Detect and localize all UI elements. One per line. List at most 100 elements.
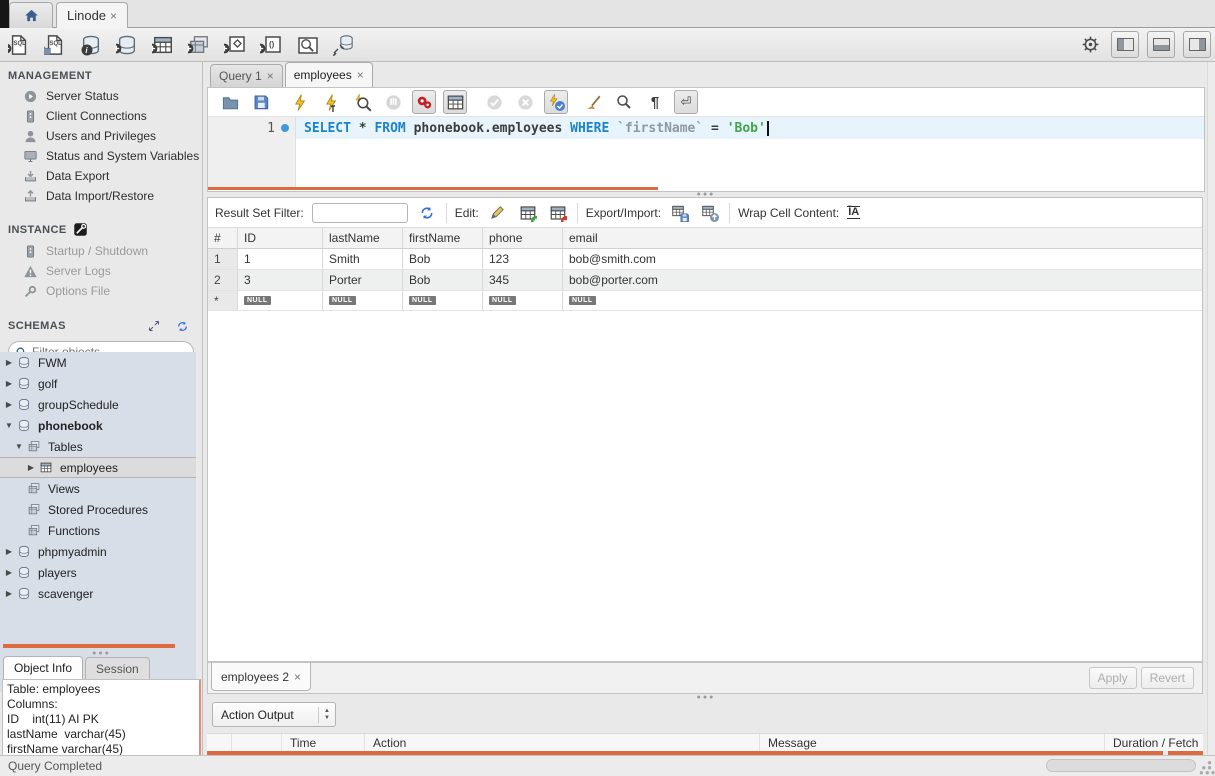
cell-null[interactable]: NULL: [323, 291, 403, 311]
sidebar-item-server-status[interactable]: Server Status: [0, 86, 202, 106]
tab-employees-2[interactable]: employees 2×: [211, 663, 311, 691]
chevron-right-icon[interactable]: ▶: [4, 379, 14, 388]
cell-id[interactable]: 3: [238, 270, 323, 291]
cell-null[interactable]: NULL: [563, 291, 1202, 311]
table-row[interactable]: 2 3 Porter Bob 345 bob@porter.com: [208, 270, 1202, 291]
new-row-placeholder[interactable]: * NULL NULL NULL NULL NULL: [208, 291, 1202, 311]
execute-button[interactable]: [288, 90, 312, 114]
action-output-col-duration[interactable]: Duration / Fetch: [1105, 734, 1203, 751]
open-script-button[interactable]: [218, 90, 242, 114]
column-header-email[interactable]: email: [563, 228, 1202, 249]
expand-panel-icon[interactable]: [146, 319, 162, 333]
export-recordset-icon[interactable]: [669, 203, 691, 223]
cell-firstname[interactable]: Bob: [403, 249, 483, 270]
open-sql-script-button[interactable]: [42, 32, 68, 58]
reconnect-database-button[interactable]: [330, 32, 356, 58]
chevron-right-icon[interactable]: ▶: [26, 463, 36, 472]
add-row-icon[interactable]: [517, 203, 539, 223]
refresh-schemas-icon[interactable]: [174, 319, 190, 333]
cell-null[interactable]: NULL: [483, 291, 563, 311]
create-new-schema-button[interactable]: [114, 32, 140, 58]
tree-item-schema-phonebook[interactable]: ▼phonebook: [0, 415, 196, 436]
tab-employees[interactable]: employees×: [285, 62, 373, 87]
sidebar-item-users-privileges[interactable]: Users and Privileges: [0, 126, 202, 146]
limit-rows-button[interactable]: [443, 90, 467, 114]
wrap-cell-content-icon[interactable]: ĪA: [847, 206, 860, 219]
code-area[interactable]: SELECT * FROM phonebook.employees WHERE …: [296, 117, 1204, 190]
close-icon[interactable]: ×: [294, 670, 301, 684]
sidebar-item-data-export[interactable]: Data Export: [0, 166, 202, 186]
vertical-scrollbar-track[interactable]: [1207, 62, 1215, 755]
tree-item-schema-fwm[interactable]: ▶FWM: [0, 352, 196, 373]
show-invisibles-button[interactable]: ¶: [643, 90, 667, 114]
chevron-down-icon[interactable]: ▼: [14, 442, 24, 451]
cell-phone[interactable]: 123: [483, 249, 563, 270]
toggle-stop-on-error-button[interactable]: [412, 90, 436, 114]
selector-stepper-icon[interactable]: ▲▼: [318, 707, 330, 723]
toggle-wrap-button[interactable]: ⏎: [674, 90, 698, 114]
column-header-id[interactable]: ID: [238, 228, 323, 249]
database-inspector-button[interactable]: i: [78, 32, 104, 58]
column-header-lastname[interactable]: lastName: [323, 228, 403, 249]
table-row[interactable]: 1 1 Smith Bob 123 bob@smith.com: [208, 249, 1202, 270]
chevron-right-icon[interactable]: ▶: [4, 358, 14, 367]
apply-button[interactable]: Apply: [1089, 667, 1137, 689]
sql-statement-line[interactable]: SELECT * FROM phonebook.employees WHERE …: [296, 117, 1204, 139]
column-header-firstname[interactable]: firstName: [403, 228, 483, 249]
explain-query-button[interactable]: [350, 90, 374, 114]
chevron-right-icon[interactable]: ▶: [4, 400, 14, 409]
connection-tab-linode[interactable]: Linode ×: [56, 2, 128, 28]
create-new-table-button[interactable]: [150, 32, 176, 58]
sidebar-item-status-system-variables[interactable]: Status and System Variables: [0, 146, 202, 166]
horizontal-scrollbar-thumb[interactable]: [1046, 759, 1196, 772]
home-tab[interactable]: [9, 2, 53, 28]
resize-grip[interactable]: ●●●●●●: [1199, 760, 1213, 774]
toggle-bottom-panel-button[interactable]: [1147, 31, 1175, 58]
cell-email[interactable]: bob@smith.com: [563, 249, 1202, 270]
chevron-down-icon[interactable]: ▼: [4, 421, 14, 430]
sidebar-item-client-connections[interactable]: Client Connections: [0, 106, 202, 126]
cell-email[interactable]: bob@porter.com: [563, 270, 1202, 291]
cell-lastname[interactable]: Porter: [323, 270, 403, 291]
tree-item-stored-procedures-folder[interactable]: Stored Procedures: [0, 499, 196, 520]
sql-editor-body[interactable]: 1 SELECT * FROM phonebook.employees WHER…: [208, 117, 1204, 190]
close-icon[interactable]: ×: [110, 9, 117, 23]
action-output-col-time[interactable]: Time: [282, 734, 365, 751]
toggle-autocommit-button[interactable]: [544, 90, 568, 114]
beautify-button[interactable]: [581, 90, 605, 114]
cell-phone[interactable]: 345: [483, 270, 563, 291]
sidebar-item-options-file[interactable]: Options File: [0, 281, 202, 301]
output-selector[interactable]: Action Output ▲▼: [212, 702, 336, 727]
create-new-view-button[interactable]: [186, 32, 212, 58]
close-icon[interactable]: ×: [267, 69, 274, 83]
import-records-icon[interactable]: [699, 203, 721, 223]
find-button[interactable]: [612, 90, 636, 114]
toggle-right-sidebar-button[interactable]: [1183, 31, 1211, 58]
cell-lastname[interactable]: Smith: [323, 249, 403, 270]
create-new-procedure-button[interactable]: [222, 32, 248, 58]
refresh-results-icon[interactable]: [416, 203, 438, 223]
tree-item-schema-groupschedule[interactable]: ▶groupSchedule: [0, 394, 196, 415]
cell-firstname[interactable]: Bob: [403, 270, 483, 291]
result-set-filter-input[interactable]: [312, 203, 408, 223]
search-data-button[interactable]: [294, 32, 320, 58]
tree-item-schema-phpmyadmin[interactable]: ▶phpmyadmin: [0, 541, 196, 562]
sidebar-item-startup-shutdown[interactable]: Startup / Shutdown: [0, 241, 202, 261]
cell-null[interactable]: NULL: [403, 291, 483, 311]
tab-query-1[interactable]: Query 1×: [210, 64, 283, 87]
tree-item-schema-scavenger[interactable]: ▶scavenger: [0, 583, 196, 604]
create-new-function-button[interactable]: (): [258, 32, 284, 58]
revert-button[interactable]: Revert: [1141, 667, 1194, 689]
new-query-tab-button[interactable]: [6, 32, 32, 58]
close-icon[interactable]: ×: [357, 68, 364, 82]
tree-item-tables-folder[interactable]: ▼Tables: [0, 436, 196, 457]
sidebar-item-server-logs[interactable]: Server Logs: [0, 261, 202, 281]
cell-id[interactable]: 1: [238, 249, 323, 270]
column-header-phone[interactable]: phone: [483, 228, 563, 249]
action-output-col-message[interactable]: Message: [760, 734, 1105, 751]
cell-null[interactable]: NULL: [238, 291, 323, 311]
tree-item-functions-folder[interactable]: Functions: [0, 520, 196, 541]
chevron-right-icon[interactable]: ▶: [4, 589, 14, 598]
chevron-right-icon[interactable]: ▶: [4, 568, 14, 577]
tree-item-schema-players[interactable]: ▶players: [0, 562, 196, 583]
